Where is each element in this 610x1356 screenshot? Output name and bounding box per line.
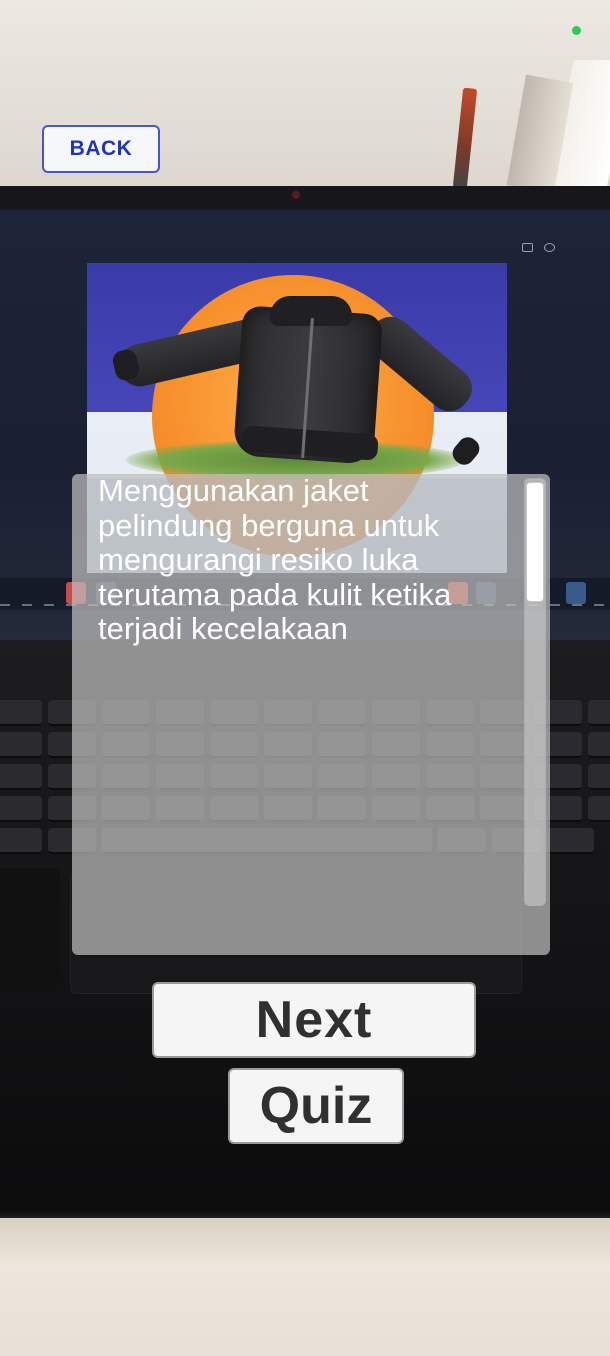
green-dot-icon [572, 26, 581, 35]
info-scroll-panel[interactable]: Menggunakan jaket pelindung berguna untu… [72, 474, 550, 955]
jacket-3d-model [110, 292, 490, 482]
laptop-webcam [292, 191, 300, 199]
laptop-sticker [0, 868, 60, 988]
vertical-scrollbar[interactable] [524, 478, 546, 906]
jacket-right-cuff [448, 433, 484, 469]
next-button[interactable]: Next [152, 982, 476, 1058]
info-description: Menggunakan jaket pelindung berguna untu… [98, 474, 452, 646]
back-button[interactable]: BACK [42, 125, 160, 173]
quiz-button[interactable]: Quiz [228, 1068, 404, 1144]
info-scroll-viewport[interactable]: Menggunakan jaket pelindung berguna untu… [72, 474, 516, 955]
desk-surface [0, 1218, 610, 1356]
taskbar-app-icon [566, 582, 586, 604]
screen-window-icon [522, 243, 533, 252]
screen-search-icon [544, 243, 555, 252]
scrollbar-handle[interactable] [526, 482, 544, 602]
